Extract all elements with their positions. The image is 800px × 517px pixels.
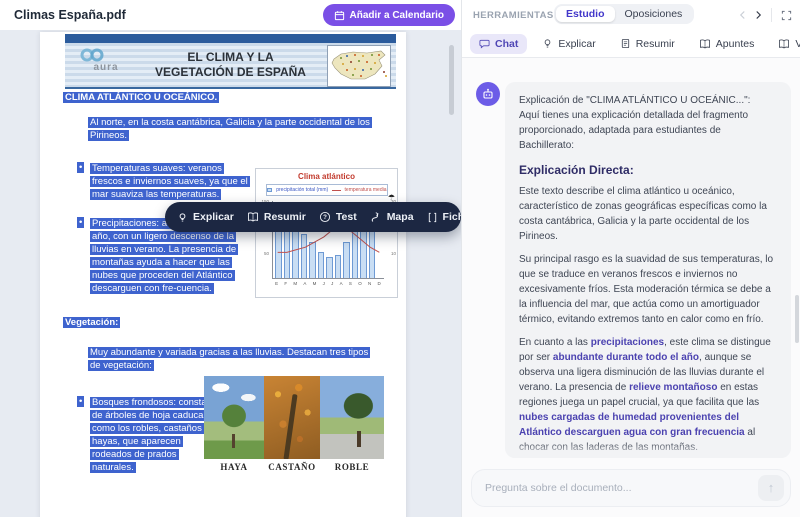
chat-vertical-scrollbar[interactable] [795, 295, 799, 343]
question-input-placeholder: Pregunta sobre el documento... [485, 481, 632, 494]
message-intro-line1: Explicación de "CLIMA ATLÁNTICO U OCEÁNI… [519, 95, 751, 106]
tab-explicar[interactable]: Explicar [533, 34, 604, 54]
toolbar-mapa-button[interactable]: Mapa [370, 211, 414, 223]
message-paragraph-1: Este texto describe el clima atlántico u… [519, 186, 767, 242]
vegetation-heading: Vegetación: [63, 317, 121, 328]
tab-vocabulario[interactable]: Vocabulario [769, 34, 800, 54]
message-intro-line2: Aquí tienes una explicación detallada de… [519, 110, 749, 151]
message-heading-explicacion-directa: Explicación Directa: [519, 163, 634, 177]
open-book-icon [247, 211, 259, 223]
pdf-scroll-area[interactable]: aura EL CLIMA Y LA VEGETACIÓN DE ESPAÑA [0, 30, 461, 517]
aura-logo: aura [75, 48, 137, 73]
lightbulb-icon [542, 38, 553, 49]
tree-photo-labels: HAYA CASTAÑO ROBLE [204, 462, 384, 472]
fullscreen-icon[interactable] [781, 10, 792, 21]
climograph-chart: Clima atlántico precipitación total (mm)… [255, 168, 398, 298]
document-title-line2: VEGETACIÓN DE ESPAÑA [155, 65, 306, 79]
document-icon [620, 38, 631, 49]
toolbar-test-button[interactable]: ? Test [319, 211, 357, 223]
pdf-page: aura EL CLIMA Y LA VEGETACIÓN DE ESPAÑA [40, 32, 406, 517]
tab-apuntes[interactable]: Apuntes [690, 34, 764, 54]
ai-tools-title: HERRAMIENTAS IA [473, 9, 567, 21]
chart-legend: precipitación total (mm) temperatura med… [265, 184, 388, 196]
toolbar-explicar-button[interactable]: Explicar [177, 211, 234, 223]
vegetation-intro: Muy abundante y variada gracias a las ll… [88, 347, 371, 371]
ai-tools-pane: HERRAMIENTAS IA Estudio Oposiciones Chat… [462, 0, 800, 517]
open-book-icon [778, 38, 790, 50]
tool-tab-bar: Chat Explicar Resumir Apuntes Vocabulari… [462, 30, 800, 58]
pdf-vertical-scrollbar[interactable] [449, 45, 454, 115]
question-circle-icon: ? [319, 211, 331, 223]
chat-message-area: Explicación de "CLIMA ATLÁNTICO U OCEÁNI… [462, 58, 800, 517]
month-labels: EFMAMJJASOND [275, 281, 381, 286]
bullet-marker: • [77, 217, 85, 228]
spain-map-image [327, 45, 391, 87]
bullet-bosques: Bosques frondosos: consta de árboles de … [90, 397, 212, 473]
toolbar-resumir-button[interactable]: Resumir [247, 211, 306, 223]
document-title-line1: EL CLIMA Y LA [187, 50, 274, 64]
temperature-legend-label: temperatura media [344, 187, 387, 193]
file-name: Climas España.pdf [14, 8, 126, 22]
toolbar-fichas-button[interactable]: Fichas [427, 211, 461, 223]
arrow-up-icon: ↑ [767, 480, 775, 495]
rain-cloud-icon: ☂ [387, 193, 395, 202]
pdf-viewer-pane: Climas España.pdf Añadir a Calendario au… [0, 0, 462, 517]
nav-separator [771, 8, 772, 22]
add-to-calendar-button[interactable]: Añadir a Calendario [322, 4, 455, 26]
bullet-marker: • [77, 396, 85, 407]
roble-photo [320, 376, 384, 459]
question-input[interactable]: Pregunta sobre el documento... ↑ [471, 468, 791, 507]
message-paragraph-2: Su principal rasgo es la suavidad de sus… [519, 254, 774, 325]
robot-icon [483, 88, 493, 99]
tree-photos [204, 376, 384, 459]
temperature-line [277, 228, 380, 253]
chat-footer: Pregunta sobre el documento... ↑ [462, 458, 800, 517]
svg-text:?: ? [323, 214, 327, 221]
intro-paragraph: Al norte, en la costa cantábrica, Galici… [88, 117, 372, 141]
tab-chat[interactable]: Chat [470, 33, 528, 54]
add-to-calendar-label: Añadir a Calendario [349, 9, 444, 21]
chevron-right-icon[interactable] [755, 10, 762, 20]
tab-resumir[interactable]: Resumir [611, 34, 684, 54]
flashcards-icon [427, 212, 438, 223]
precipitation-legend-label: precipitación total (mm) [276, 187, 329, 193]
open-book-icon [699, 38, 711, 50]
chart-title: Clima atlántico [298, 172, 355, 181]
selection-toolbar: Explicar Resumir ? Test Mapa Fichas × [165, 202, 461, 232]
precipitation-legend-swatch [266, 188, 273, 192]
document-banner-strip [65, 34, 396, 43]
pdf-header-bar: Climas España.pdf Añadir a Calendario [0, 0, 461, 30]
castano-photo [264, 376, 320, 459]
section-heading-clima-atlantico: CLIMA ATLÁNTICO U OCEÁNICO. [63, 92, 220, 103]
mode-switcher: Estudio Oposiciones [554, 4, 695, 24]
route-icon [370, 211, 382, 223]
castano-label: CASTAÑO [268, 462, 316, 472]
haya-label: HAYA [220, 462, 248, 472]
mode-tab-oposiciones[interactable]: Oposiciones [615, 6, 693, 22]
assistant-avatar [476, 82, 500, 106]
document-title: EL CLIMA Y LA VEGETACIÓN DE ESPAÑA [143, 50, 318, 80]
aura-logo-text: aura [93, 62, 119, 73]
roble-label: ROBLE [334, 462, 370, 472]
temperature-legend-swatch [332, 189, 341, 191]
document-masthead: aura EL CLIMA Y LA VEGETACIÓN DE ESPAÑA [65, 43, 396, 89]
mode-tab-estudio[interactable]: Estudio [556, 6, 615, 22]
assistant-message-bubble: Explicación de "CLIMA ATLÁNTICO U OCEÁNI… [505, 82, 791, 458]
bullet-marker: • [77, 162, 85, 173]
panel-nav-controls [739, 0, 792, 30]
message-paragraph-3: En cuanto a las precipitaciones, este cl… [519, 337, 771, 453]
send-button[interactable]: ↑ [758, 474, 784, 501]
chat-bubble-icon [479, 38, 490, 49]
chevron-left-icon[interactable] [739, 10, 746, 20]
bullet-temperaturas: Temperaturas suaves: veranos frescos e i… [90, 163, 250, 200]
calendar-icon [334, 10, 345, 21]
ai-tools-header: HERRAMIENTAS IA Estudio Oposiciones [462, 0, 800, 30]
lightbulb-icon [177, 212, 188, 223]
haya-photo [204, 376, 264, 459]
